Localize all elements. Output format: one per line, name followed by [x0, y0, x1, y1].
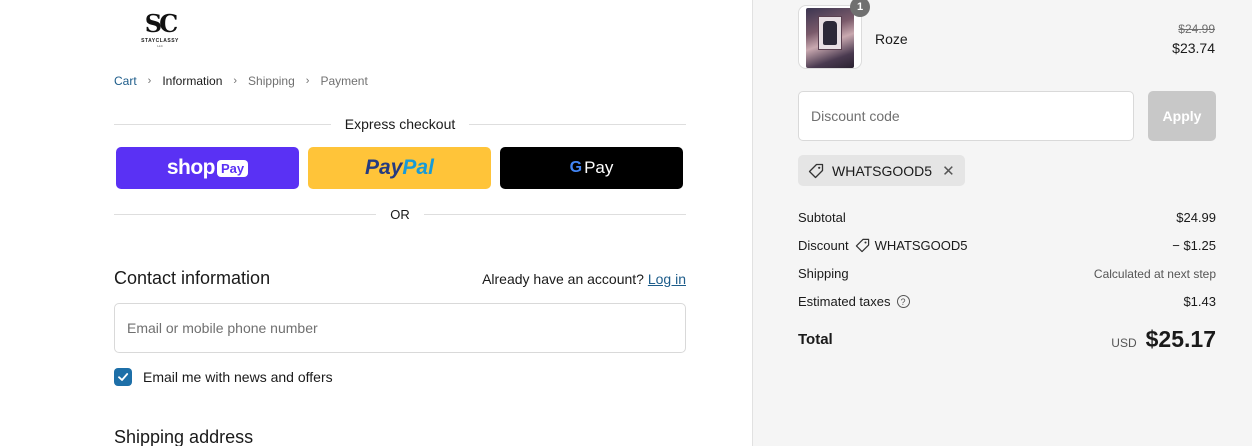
- shop-pay-wordmark: shop: [166, 156, 216, 179]
- newsletter-option: Email me with news and offers: [114, 368, 333, 386]
- email-field[interactable]: Email or mobile phone number: [114, 303, 686, 353]
- shipping-row: Shipping Calculated at next step: [798, 266, 1216, 281]
- discount-placeholder: Discount code: [811, 108, 900, 124]
- order-summary: 1 Roze $24.99 $23.74 Discount code Apply…: [752, 0, 1252, 446]
- google-pay-label: Pay: [584, 158, 614, 177]
- chevron-right-icon: ›: [305, 75, 310, 87]
- shop-pay-button[interactable]: shop Pay: [116, 147, 299, 189]
- or-divider: OR: [114, 207, 686, 222]
- breadcrumb-shipping: Shipping: [248, 74, 295, 88]
- shipping-value: Calculated at next step: [1093, 266, 1216, 281]
- discount-code-input[interactable]: Discount code: [798, 91, 1134, 141]
- discount-code-tag: WHATSGOOD5: [855, 238, 968, 253]
- email-placeholder: Email or mobile phone number: [127, 320, 318, 336]
- google-g-icon: G: [569, 159, 583, 176]
- divider-line: [114, 123, 331, 125]
- discount-value: − $1.25: [1172, 238, 1216, 253]
- discount-label: Discount: [798, 238, 849, 253]
- check-icon: [118, 373, 129, 381]
- account-prompt-text: Already have an account?: [482, 271, 644, 287]
- chevron-right-icon: ›: [147, 75, 152, 87]
- logo-mark: SC: [144, 9, 178, 38]
- paypal-button[interactable]: Pay Pal: [308, 147, 491, 189]
- original-price: $24.99: [1178, 22, 1215, 36]
- breadcrumb: Cart › Information › Shipping › Payment: [114, 74, 368, 88]
- shipping-address-title: Shipping address: [114, 427, 254, 446]
- currency-code: USD: [1111, 336, 1137, 350]
- tag-icon: [855, 238, 869, 253]
- divider-line: [114, 214, 377, 215]
- google-pay-button[interactable]: G Pay: [500, 147, 683, 189]
- product-name: Roze: [875, 31, 908, 47]
- apply-button[interactable]: Apply: [1148, 91, 1216, 141]
- divider-line: [469, 123, 686, 125]
- divider-line: [423, 214, 686, 215]
- breadcrumb-cart[interactable]: Cart: [114, 74, 137, 88]
- product-image-figure: [823, 21, 837, 45]
- applied-discount-tag: WHATSGOOD5 ✕: [798, 155, 965, 186]
- taxes-row: Estimated taxes ? $1.43: [798, 294, 1216, 309]
- subtotal-label: Subtotal: [798, 210, 846, 225]
- discount-label-group: Discount WHATSGOOD5: [798, 238, 968, 253]
- shop-pay-pill: Pay: [217, 159, 249, 177]
- newsletter-label[interactable]: Email me with news and offers: [143, 369, 333, 385]
- login-link[interactable]: Log in: [648, 271, 686, 287]
- total-label: Total: [798, 331, 833, 348]
- express-checkout-heading: Express checkout: [114, 116, 686, 132]
- breadcrumb-information: Information: [162, 74, 223, 88]
- paypal-wordmark-part2: Pal: [402, 156, 434, 179]
- taxes-label-group: Estimated taxes ?: [798, 294, 910, 309]
- or-label: OR: [390, 207, 410, 222]
- breadcrumb-payment: Payment: [320, 74, 368, 88]
- discount-row: Discount WHATSGOOD5 − $1.25: [798, 238, 1216, 253]
- logo-brand-sub: LLC: [157, 44, 163, 48]
- help-icon[interactable]: ?: [896, 295, 910, 308]
- contact-information-title: Contact information: [114, 268, 271, 288]
- subtotal-value: $24.99: [1176, 210, 1216, 225]
- product-image: [806, 8, 854, 68]
- shipping-label: Shipping: [798, 266, 849, 281]
- express-checkout-title: Express checkout: [344, 116, 456, 132]
- taxes-label: Estimated taxes: [798, 294, 891, 309]
- discount-code-name: WHATSGOOD5: [874, 238, 968, 253]
- total-row: Total USD $25.17: [798, 326, 1216, 353]
- product-thumbnail: 1: [798, 0, 870, 69]
- tag-icon: [808, 163, 824, 178]
- taxes-value: $1.43: [1183, 294, 1216, 309]
- applied-discount-code: WHATSGOOD5: [832, 162, 933, 179]
- total-value: $25.17: [1145, 326, 1216, 352]
- quantity-badge: 1: [850, 0, 870, 17]
- subtotal-row: Subtotal $24.99: [798, 210, 1216, 225]
- newsletter-checkbox[interactable]: [114, 368, 132, 386]
- close-icon[interactable]: ✕: [942, 162, 955, 180]
- account-prompt: Already have an account? Log in: [482, 271, 686, 287]
- main-column: SC STAYCLASSY LLC Cart › Information › S…: [0, 0, 752, 446]
- total-value-group: USD $25.17: [1111, 326, 1216, 353]
- store-logo[interactable]: SC STAYCLASSY LLC: [138, 0, 182, 50]
- chevron-right-icon: ›: [233, 75, 238, 87]
- paypal-wordmark-part1: Pay: [365, 156, 403, 179]
- discounted-price: $23.74: [1172, 40, 1215, 56]
